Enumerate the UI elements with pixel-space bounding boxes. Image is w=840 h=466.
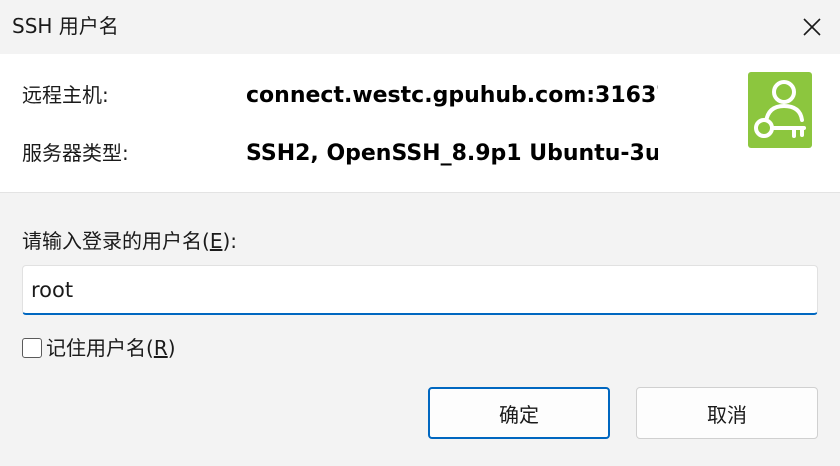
username-prompt-mnemonic: E	[209, 229, 223, 253]
remember-username-text: 记住用户名(	[46, 336, 154, 360]
remember-username-mnemonic: R	[153, 336, 168, 360]
title-bar: SSH 用户名	[0, 0, 840, 54]
username-prompt-suffix: ):	[222, 229, 237, 253]
cancel-button[interactable]: 取消	[636, 387, 818, 439]
remote-host-label: 远程主机:	[22, 83, 109, 107]
close-button[interactable]	[784, 0, 840, 54]
close-icon	[803, 18, 821, 36]
remember-username-suffix: )	[167, 336, 176, 360]
ssh-username-dialog: SSH 用户名 远程主机: connect.westc.gpuhub.com:3…	[0, 0, 840, 466]
remote-host-value: connect.westc.gpuhub.com:31637	[246, 83, 658, 108]
remember-username-label: 记住用户名(R)	[46, 335, 176, 361]
username-prompt-text: 请输入登录的用户名(	[22, 229, 210, 253]
server-type-value: SSH2, OpenSSH_8.9p1 Ubuntu-3ubuntu0.6	[246, 141, 658, 166]
connection-info-panel: 远程主机: connect.westc.gpuhub.com:31637 服务器…	[0, 54, 840, 193]
remember-username-option[interactable]: 记住用户名(R)	[22, 333, 176, 363]
remember-username-checkbox[interactable]	[22, 338, 42, 358]
server-type-label: 服务器类型:	[22, 141, 129, 165]
username-prompt-label: 请输入登录的用户名(E):	[22, 228, 237, 254]
ok-button[interactable]: 确定	[428, 387, 610, 439]
username-input[interactable]	[22, 265, 818, 315]
user-key-icon	[748, 72, 812, 148]
window-title: SSH 用户名	[12, 14, 119, 38]
